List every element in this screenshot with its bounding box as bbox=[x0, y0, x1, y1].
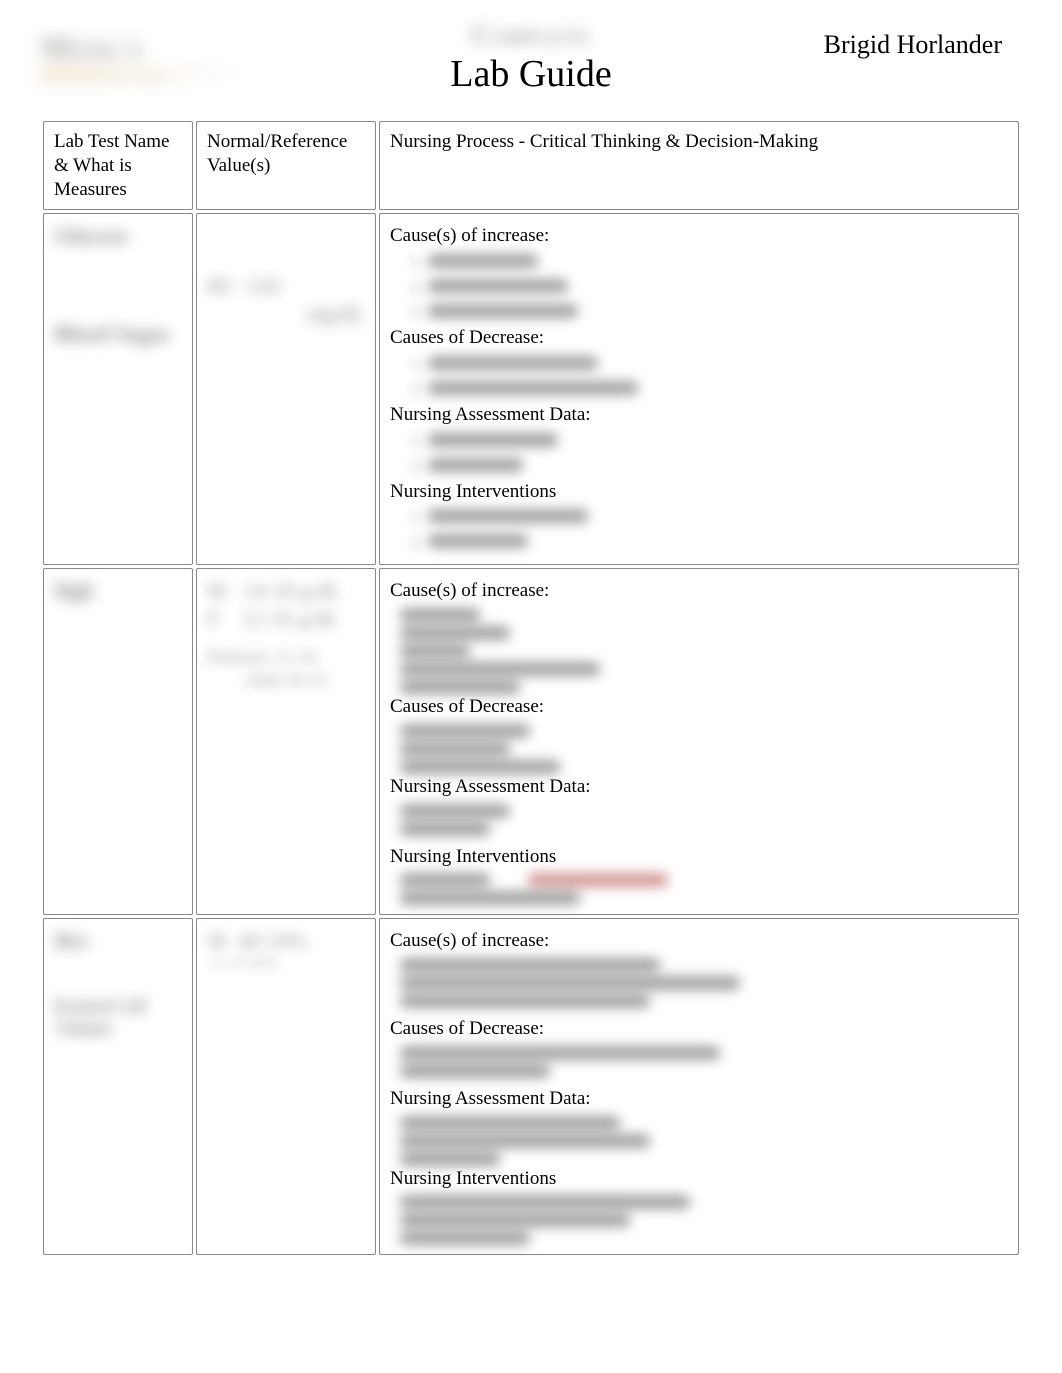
label-assessment: Nursing Assessment Data: bbox=[390, 775, 1008, 799]
lab-table: Lab Test Name & What is Measures Normal/… bbox=[40, 118, 1022, 1258]
label-decrease: Causes of Decrease: bbox=[390, 326, 1008, 350]
label-assessment: Nursing Assessment Data: bbox=[390, 1087, 1008, 1111]
table-row: Glucose Blood Sugar 60 - 110 mg/dL Cause… bbox=[43, 213, 1019, 565]
cell-test: Glucose Blood Sugar bbox=[43, 213, 193, 565]
cell-values: M 40-54% F 37-47% bbox=[196, 918, 376, 1255]
label-interventions: Nursing Interventions bbox=[390, 845, 1008, 869]
label-decrease: Causes of Decrease: bbox=[390, 1017, 1008, 1041]
col-header-values: Normal/Reference Value(s) bbox=[196, 121, 376, 210]
table-header-row: Lab Test Name & What is Measures Normal/… bbox=[43, 121, 1019, 210]
label-interventions: Nursing Interventions bbox=[390, 1167, 1008, 1191]
col-header-test: Lab Test Name & What is Measures bbox=[43, 121, 193, 210]
cell-test: Hgb bbox=[43, 568, 193, 915]
table-row: Hct Packed CellVolume M 40-54% F 37-47% … bbox=[43, 918, 1019, 1255]
cell-test: Hct Packed CellVolume bbox=[43, 918, 193, 1255]
title-block: Complete Lab Guide bbox=[450, 20, 611, 96]
label-increase: Cause(s) of increase: bbox=[390, 224, 1008, 248]
category-label: Complete bbox=[450, 20, 611, 52]
logo: Mercy COLLEGE OF OHIO bbox=[40, 30, 270, 100]
cell-values: 60 - 110 mg/dL bbox=[196, 213, 376, 565]
cell-process: Cause(s) of increase: 1. 2. 3. Causes of… bbox=[379, 213, 1019, 565]
col-header-process: Nursing Process - Critical Thinking & De… bbox=[379, 121, 1019, 210]
cell-process: Cause(s) of increase: Causes of Decrease… bbox=[379, 568, 1019, 915]
author-name: Brigid Horlander bbox=[824, 30, 1002, 60]
cell-values: M 14-18 g/dL F 12-16 g/dL Pediatric 11-1… bbox=[196, 568, 376, 915]
label-assessment: Nursing Assessment Data: bbox=[390, 403, 1008, 427]
label-increase: Cause(s) of increase: bbox=[390, 929, 1008, 953]
label-interventions: Nursing Interventions bbox=[390, 480, 1008, 504]
page-root: Mercy COLLEGE OF OHIO Complete Lab Guide… bbox=[0, 0, 1062, 1298]
label-decrease: Causes of Decrease: bbox=[390, 695, 1008, 719]
table-row: Hgb M 14-18 g/dL F 12-16 g/dL Pediatric … bbox=[43, 568, 1019, 915]
label-increase: Cause(s) of increase: bbox=[390, 579, 1008, 603]
page-header: Mercy COLLEGE OF OHIO Complete Lab Guide… bbox=[40, 20, 1022, 110]
cell-process: Cause(s) of increase: Causes of Decrease… bbox=[379, 918, 1019, 1255]
page-title: Lab Guide bbox=[450, 52, 611, 96]
